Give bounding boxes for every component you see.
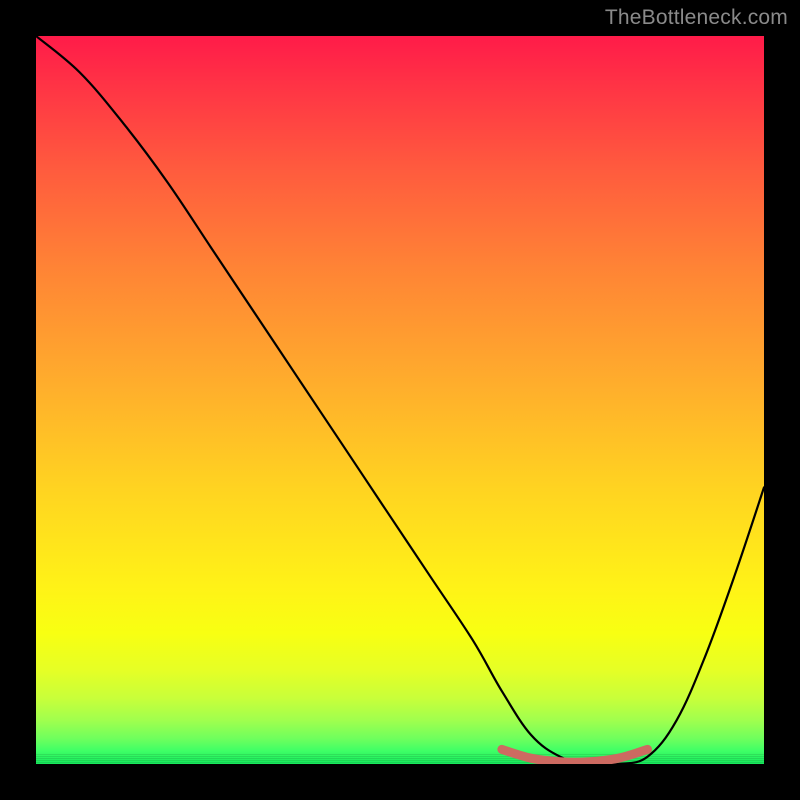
chart-svg [36,36,764,764]
optimal-band-line [502,749,648,762]
watermark-text: TheBottleneck.com [605,6,788,30]
plot-area [36,36,764,764]
bottleneck-curve-line [36,36,764,764]
chart-frame: TheBottleneck.com [0,0,800,800]
